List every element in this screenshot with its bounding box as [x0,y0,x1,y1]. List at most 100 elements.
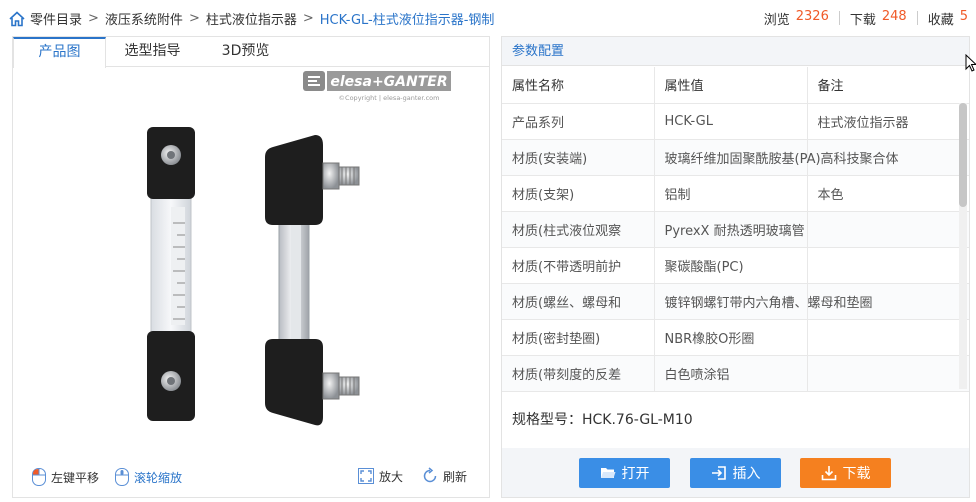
parameter-panel: 参数配置 属性名称 属性值 备注 产品系列 HCK-GL 柱式液位指示器 材质(安装… [501,36,970,498]
table-row: 材质(柱式液位观察 PyrexX 耐热透明玻璃管 [502,211,969,248]
zoom-label: 放大 [379,469,404,484]
side-top-cap [265,135,323,225]
favorites-label: 收藏 [927,13,954,28]
table-row: 材质(螺丝、螺母和 镀锌钢螺钉带内六角槽、螺母和垫圈 [502,283,969,320]
logo-text: elesa+GANTER [330,74,447,90]
parameter-table: 属性名称 属性值 备注 产品系列 HCK-GL 柱式液位指示器 材质(安装端) 玻璃纤… [502,67,969,392]
spec-value: HCK.76-GL-M10 [582,412,693,428]
downloads-label: 下载 [849,13,876,28]
table-row: 材质(安装端) 玻璃纤维加固聚酰胺基(PA)高科技聚合体 [502,139,969,176]
favorites-count: 5 [959,9,968,24]
left-drag-hint: 左键平移 [31,467,99,487]
header-attribute-value: 属性值 [654,67,808,104]
mouse-cursor-icon [965,54,976,72]
table-header: 属性名称 属性值 备注 [502,67,969,104]
cell-value: HCK-GL [654,103,808,140]
cell-name: 材质(螺丝、螺母和 [502,283,655,320]
viewer-tabs: 产品图 选型指导 3D预览 [13,37,489,68]
top-bar: 零件目录 > 液压系统附件 > 柱式液位指示器 > HCK-GL-柱式液位指示器… [0,0,976,36]
breadcrumb: 零件目录 > 液压系统附件 > 柱式液位指示器 > HCK-GL-柱式液位指示器… [8,9,494,28]
insert-icon [711,466,726,480]
cell-value: 白色喷涂铝 [654,355,808,392]
breadcrumb-item-hydraulic[interactable]: 液压系统附件 [105,9,183,28]
table-row: 材质(支架) 铝制 本色 [502,175,969,212]
cell-remark: 柱式液位指示器 [807,103,969,140]
cell-value: 镀锌钢螺钉带内六角槽、螺母和垫圈 [654,283,873,320]
insert-button[interactable]: 插入 [690,458,781,488]
download-icon [821,466,836,481]
side-bottom-cap [265,339,323,426]
favorites-stat[interactable]: 收藏 5 [928,9,968,28]
cell-name: 材质(安装端) [502,139,655,176]
viewer-toolbar: 左键平移 滚轮缩放 放大 刷新 [13,455,489,497]
views-stat: 浏览 2326 [764,9,829,28]
breadcrumb-separator: > [188,11,200,26]
cell-value: 铝制 [654,175,808,212]
cell-value: NBR橡胶O形圈 [654,319,808,356]
left-drag-label: 左键平移 [51,470,100,485]
breadcrumb-item-catalog[interactable]: 零件目录 [30,9,82,28]
side-top-nut [322,162,340,190]
tab-selection-guide[interactable]: 选型指导 [106,37,199,67]
refresh-label: 刷新 [443,469,468,484]
mouse-wheel-icon [115,468,129,486]
table-row: 材质(不带透明前护 聚碳酸酯(PC) [502,247,969,284]
views-label: 浏览 [763,13,790,28]
cell-name: 材质(不带透明前护 [502,247,655,284]
tab-3d-preview[interactable]: 3D预览 [199,37,292,67]
wheel-zoom-hint: 滚轮缩放 [114,467,182,487]
breadcrumb-separator: > [88,11,99,26]
header-remark: 备注 [807,67,969,104]
downloads-count: 248 [881,9,907,24]
panel-title: 参数配置 [502,37,969,66]
cell-value: PyrexX 耐热透明玻璃管 [654,211,808,248]
downloads-stat: 下载 248 [850,9,907,28]
cell-remark [807,319,969,356]
cell-remark: 本色 [807,175,969,212]
header-attribute-name: 属性名称 [502,67,655,104]
download-label: 下载 [842,466,871,482]
views-count: 2326 [795,9,829,24]
cell-remark [807,247,969,284]
logo-copyright: ©Copyright | elesa-ganter.com [339,94,440,102]
cell-name: 产品系列 [502,103,655,140]
spec-label: 规格型号： [512,412,582,428]
cell-name: 材质(支架) [502,175,655,212]
open-label: 打开 [621,466,650,482]
product-3d-view[interactable] [123,117,383,437]
spec-model: 规格型号：HCK.76-GL-M10 [512,409,693,429]
wheel-zoom-label: 滚轮缩放 [134,470,183,485]
home-icon[interactable] [8,10,26,28]
cell-name: 材质(带刻度的反差 [502,355,655,392]
side-bottom-nut [322,372,340,400]
breadcrumb-separator: > [302,11,314,26]
cell-remark [807,211,969,248]
action-bar: 打开 插入 下载 [502,448,969,497]
cell-name: 材质(密封垫圈) [502,319,655,356]
open-button[interactable]: 打开 [579,458,670,488]
mouse-left-icon [32,468,46,486]
insert-label: 插入 [732,466,761,482]
cell-remark [807,355,969,392]
table-row: 产品系列 HCK-GL 柱式液位指示器 [502,103,969,140]
refresh-button[interactable]: 刷新 [421,467,467,485]
table-row: 材质(密封垫圈) NBR橡胶O形圈 [502,319,969,356]
product-image-panel: 产品图 选型指导 3D预览 elesa+GANTER ©Copyright | … [12,36,490,498]
zoom-button[interactable]: 放大 [357,467,403,485]
breadcrumb-item-level-indicator[interactable]: 柱式液位指示器 [206,9,297,28]
brand-logo: elesa+GANTER ©Copyright | elesa-ganter.c… [303,71,451,102]
breadcrumb-current: HCK-GL-柱式液位指示器-钢制 [319,13,495,28]
folder-icon [600,468,615,478]
table-scrollbar-thumb[interactable] [959,103,967,207]
expand-icon [358,468,374,484]
cell-name: 材质(柱式液位观察 [502,211,655,248]
table-row: 材质(带刻度的反差 白色喷涂铝 [502,355,969,392]
stats: 浏览 2326 下载 248 收藏 5 [764,9,968,28]
divider [916,11,918,25]
refresh-icon [423,467,437,483]
cell-value: 聚碳酸酯(PC) [654,247,808,284]
tab-product-image[interactable]: 产品图 [13,37,106,68]
divider [838,11,840,25]
download-button[interactable]: 下载 [800,458,891,488]
cell-value: 玻璃纤维加固聚酰胺基(PA)高科技聚合体 [654,139,899,176]
